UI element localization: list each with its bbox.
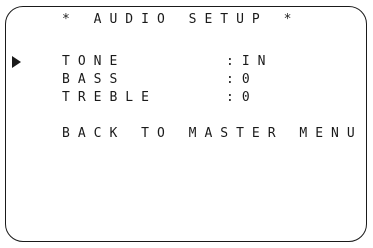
menu-item-label: BASS <box>62 72 126 87</box>
menu-item-value: :IN <box>226 54 274 69</box>
menu-item-value: :0 <box>226 90 258 105</box>
menu-item-label: TREBLE <box>62 90 157 105</box>
menu-title: * AUDIO SETUP * <box>62 12 300 27</box>
menu-item-label: TONE <box>62 54 126 69</box>
back-to-master-menu-item[interactable]: BACK TO MASTER MENU <box>62 126 363 142</box>
selection-cursor-icon <box>12 56 21 68</box>
menu-item-value: :0 <box>226 72 258 87</box>
osd-screen <box>5 6 367 242</box>
